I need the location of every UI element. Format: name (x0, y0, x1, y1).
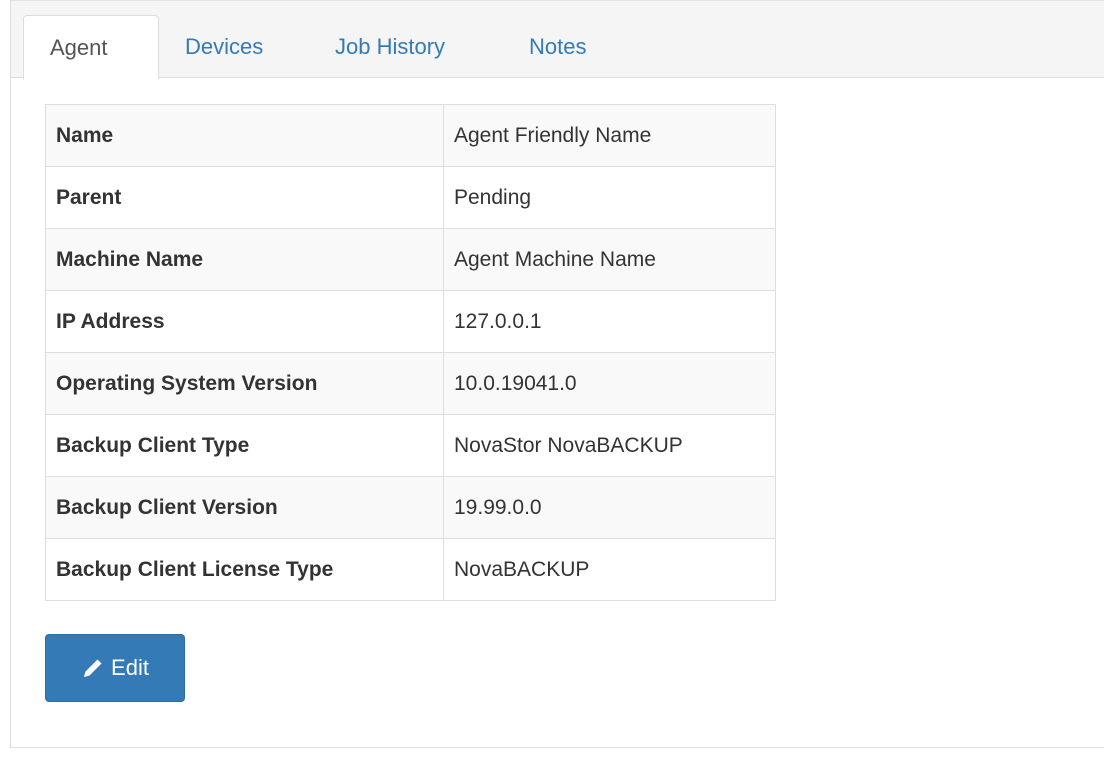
table-row: Name Agent Friendly Name (45, 104, 776, 167)
row-label: IP Address (45, 290, 444, 353)
agent-info-table: Name Agent Friendly Name Parent Pending … (45, 104, 776, 601)
row-label: Name (45, 104, 444, 167)
table-row: IP Address 127.0.0.1 (45, 290, 776, 353)
table-row: Backup Client Type NovaStor NovaBACKUP (45, 414, 776, 477)
tab-notes[interactable]: Notes (503, 15, 612, 79)
table-row: Parent Pending (45, 166, 776, 229)
row-value: NovaBACKUP (443, 538, 776, 601)
row-label: Machine Name (45, 228, 444, 291)
edit-button[interactable]: Edit (45, 634, 185, 702)
row-value: 10.0.19041.0 (443, 352, 776, 415)
agent-details-panel: Agent Devices Job History Notes Name Age… (10, 0, 1104, 748)
edit-button-label: Edit (111, 655, 149, 680)
row-value: NovaStor NovaBACKUP (443, 414, 776, 477)
tab-job-history[interactable]: Job History (309, 15, 471, 79)
row-label: Backup Client Version (45, 476, 444, 539)
row-label: Operating System Version (45, 352, 444, 415)
tab-bar: Agent Devices Job History Notes (11, 0, 1104, 80)
tab-devices[interactable]: Devices (159, 15, 289, 79)
row-value: 19.99.0.0 (443, 476, 776, 539)
row-label: Parent (45, 166, 444, 229)
table-row: Backup Client Version 19.99.0.0 (45, 476, 776, 539)
tab-agent[interactable]: Agent (23, 15, 159, 80)
table-row: Machine Name Agent Machine Name (45, 228, 776, 291)
row-value: 127.0.0.1 (443, 290, 776, 353)
pencil-icon (81, 656, 105, 680)
row-label: Backup Client Type (45, 414, 444, 477)
row-value: Agent Friendly Name (443, 104, 776, 167)
table-row: Backup Client License Type NovaBACKUP (45, 538, 776, 601)
table-row: Operating System Version 10.0.19041.0 (45, 352, 776, 415)
row-value: Pending (443, 166, 776, 229)
row-label: Backup Client License Type (45, 538, 444, 601)
row-value: Agent Machine Name (443, 228, 776, 291)
